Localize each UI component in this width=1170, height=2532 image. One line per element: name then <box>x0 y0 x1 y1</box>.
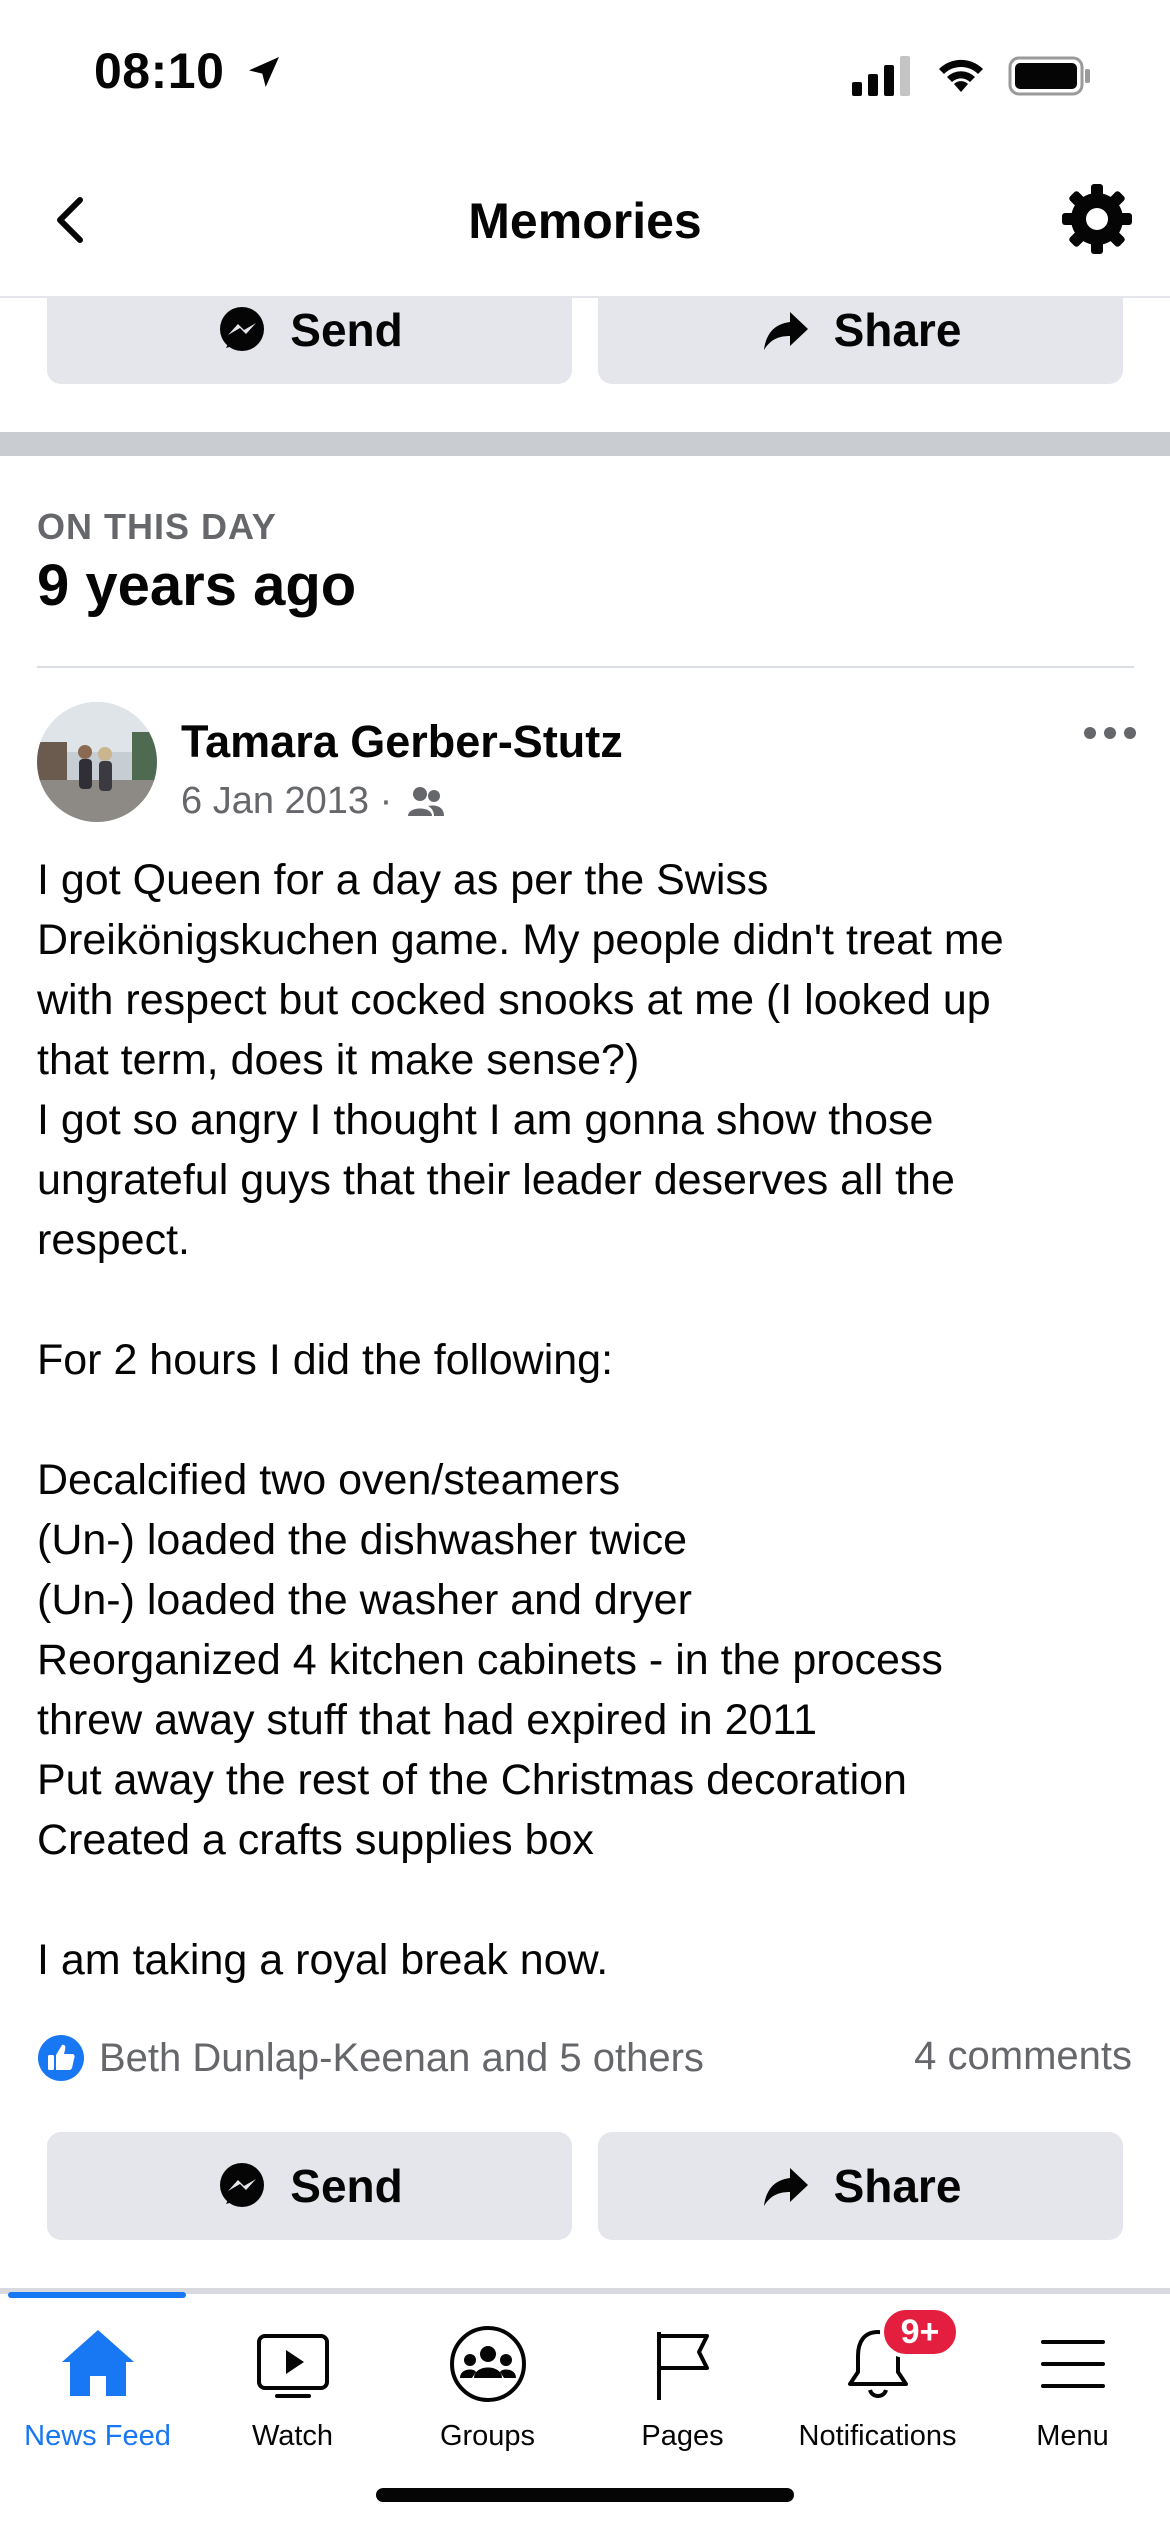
messenger-icon <box>220 2163 265 2207</box>
tab-label: Groups <box>439 2420 536 2452</box>
post-line: I am taking a royal break now. <box>37 1936 609 1984</box>
app-header: Memories <box>0 150 1170 298</box>
post-author[interactable]: Tamara Gerber-Stutz <box>181 716 623 768</box>
reactions-text: Beth Dunlap-Keenan and 5 others <box>99 2035 704 2080</box>
tab-label: News Feed <box>24 2420 171 2452</box>
post-line: threw away stuff that had expired in 201… <box>37 1696 818 1744</box>
tab-label: Pages <box>641 2420 724 2452</box>
cellular-signal-icon <box>852 56 910 96</box>
flag-icon <box>656 2332 709 2400</box>
post-line: I got so angry I thought I am gonna show… <box>37 1096 934 1144</box>
wifi-icon <box>939 59 983 92</box>
notifications-badge: 9+ <box>880 2306 960 2358</box>
reactions-summary[interactable]: Beth Dunlap-Keenan and 5 others <box>37 2034 704 2082</box>
hamburger-icon <box>1040 2340 1105 2388</box>
home-indicator <box>376 2488 794 2502</box>
share-arrow-icon <box>763 2168 808 2206</box>
share-button[interactable]: Share <box>598 2132 1123 2240</box>
share-arrow-icon <box>763 312 808 350</box>
bottom-nav: News Feed Watch Groups Pages Notificatio… <box>0 2298 1170 2478</box>
memory-title: 9 years ago <box>37 553 357 618</box>
post-line: Decalcified two oven/steamers <box>37 1456 621 1504</box>
post-line: Created a crafts supplies box <box>37 1816 594 1864</box>
card-divider <box>37 666 1134 668</box>
send-button[interactable]: Send <box>47 2132 572 2240</box>
tab-label: Notifications <box>798 2420 957 2452</box>
post-line <box>37 1390 1137 1450</box>
tab-groups[interactable]: Groups <box>390 2298 585 2458</box>
status-bar: 08:10 <box>0 0 1170 150</box>
post-line: I got Queen for a day as per the Swiss <box>37 856 769 904</box>
share-label-top: Share <box>833 304 962 356</box>
send-label: Send <box>290 2160 403 2212</box>
tab-watch[interactable]: Watch <box>195 2298 390 2458</box>
avatar[interactable] <box>37 702 157 822</box>
post-line <box>37 1870 1137 1930</box>
post-line: ungrateful guys that their leader deserv… <box>37 1156 955 1204</box>
post-line: Dreikönigskuchen game. My people didn't … <box>37 916 1004 964</box>
post-body: I got Queen for a day as per the Swiss D… <box>37 850 1137 1990</box>
tab-label: Watch <box>251 2420 334 2452</box>
friends-icon <box>408 786 445 816</box>
location-arrow-icon <box>249 57 279 87</box>
post-line: Reorganized 4 kitchen cabinets - in the … <box>37 1636 943 1684</box>
post-action-row: Send Share <box>47 2132 1123 2240</box>
post-line: For 2 hours I did the following: <box>37 1336 614 1384</box>
tab-news-feed[interactable]: News Feed <box>0 2298 195 2458</box>
messenger-icon <box>220 307 265 351</box>
tab-label: Menu <box>1036 2420 1109 2452</box>
comments-count[interactable]: 4 comments <box>914 2034 1132 2079</box>
video-icon <box>256 2334 329 2398</box>
home-icon <box>61 2330 134 2396</box>
groups-icon <box>449 2326 526 2402</box>
post-line <box>37 1270 1137 1330</box>
memory-kicker: ON THIS DAY <box>37 506 277 547</box>
send-label-top: Send <box>290 304 403 356</box>
post-line: (Un-) loaded the washer and dryer <box>37 1576 692 1624</box>
section-divider <box>0 432 1170 456</box>
tab-pages[interactable]: Pages <box>585 2298 780 2458</box>
post-line: with respect but cocked snooks at me (I … <box>37 976 991 1024</box>
post-line: respect. <box>37 1216 190 1264</box>
battery-icon <box>1008 56 1090 96</box>
share-label: Share <box>833 2160 962 2212</box>
post-line: Put away the rest of the Christmas decor… <box>37 1756 907 1804</box>
post-meta: 6 Jan 2013 · <box>181 780 446 823</box>
post-date[interactable]: 6 Jan 2013 · <box>181 780 392 823</box>
like-thumb-icon <box>38 2035 84 2081</box>
tab-menu[interactable]: Menu <box>975 2298 1170 2458</box>
settings-gear-icon[interactable] <box>1058 180 1136 258</box>
status-time: 08:10 <box>94 43 225 99</box>
post-line: (Un-) loaded the dishwasher twice <box>37 1516 688 1564</box>
post-line: that term, does it make sense?) <box>37 1036 640 1084</box>
more-options-icon[interactable] <box>1082 718 1138 748</box>
page-title: Memories <box>468 193 702 249</box>
